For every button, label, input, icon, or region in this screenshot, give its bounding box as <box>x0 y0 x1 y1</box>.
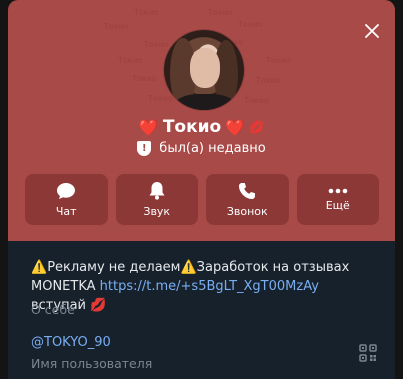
username-caption: Имя пользователя <box>31 356 153 371</box>
call-button[interactable]: Звонок <box>206 174 289 225</box>
bio-part-1: Рекламу не делаем <box>47 260 181 275</box>
pattern-text: Токио <box>244 96 269 105</box>
chat-label: Чат <box>55 204 77 218</box>
pattern-text: Токио <box>256 76 281 85</box>
pattern-text: Токио <box>104 22 129 31</box>
last-seen-status: был(а) недавно <box>159 141 266 156</box>
more-label: Ещё <box>325 198 350 212</box>
avatar[interactable] <box>164 30 244 110</box>
profile-name-row: ❤️ Токио ❤️ 💋 <box>8 117 395 137</box>
chat-button[interactable]: Чат <box>25 174 108 225</box>
close-icon <box>365 24 379 38</box>
action-buttons: Чат Звук Звонок Ещё <box>25 174 379 225</box>
pattern-text: Токио <box>238 20 263 29</box>
heart-icon: ❤️ <box>138 117 159 137</box>
profile-panel: Токио Токио Токио Токио Токио Токио Токи… <box>8 0 395 379</box>
warning-icon: ⚠️ <box>31 260 48 275</box>
username-value[interactable]: @TOKYO_90 <box>31 335 111 350</box>
bio-text[interactable]: ⚠️Рекламу не делаем⚠️Заработок на отзыва… <box>31 258 376 315</box>
more-icon <box>328 188 348 193</box>
pattern-text: Токио <box>132 74 157 83</box>
pattern-text: Токио <box>148 94 173 103</box>
bell-icon <box>149 182 165 200</box>
heart-icon: ❤️ <box>225 117 246 137</box>
qr-code-icon <box>359 344 377 362</box>
kiss-icon: 💋 <box>90 298 107 313</box>
qr-code-button[interactable] <box>359 344 377 362</box>
status-row: ! был(а) недавно <box>8 141 395 156</box>
close-button[interactable] <box>361 20 383 42</box>
pattern-text: Токио <box>118 56 143 65</box>
more-button[interactable]: Ещё <box>296 174 379 225</box>
pattern-text: Токио <box>144 40 169 49</box>
lips-icon: 💋 <box>249 120 265 134</box>
call-label: Звонок <box>226 204 268 218</box>
profile-info: ⚠️Рекламу не делаем⚠️Заработок на отзыва… <box>8 241 395 379</box>
pattern-text: Токио <box>134 8 159 17</box>
profile-name: Токио <box>162 117 222 137</box>
mute-button[interactable]: Звук <box>115 174 198 225</box>
mute-label: Звук <box>143 205 171 218</box>
profile-header: Токио Токио Токио Токио Токио Токио Токи… <box>8 0 395 241</box>
shield-icon: ! <box>137 141 152 156</box>
phone-icon <box>239 182 256 199</box>
bio-caption: О себе <box>31 302 75 317</box>
bio-link[interactable]: https://t.me/+s5BgLT_XgT00MzAy <box>100 279 319 294</box>
warning-icon: ⚠️ <box>180 260 197 275</box>
pattern-text: Токио <box>208 8 233 17</box>
chat-icon <box>57 182 76 199</box>
pattern-text: Токио <box>266 56 291 65</box>
